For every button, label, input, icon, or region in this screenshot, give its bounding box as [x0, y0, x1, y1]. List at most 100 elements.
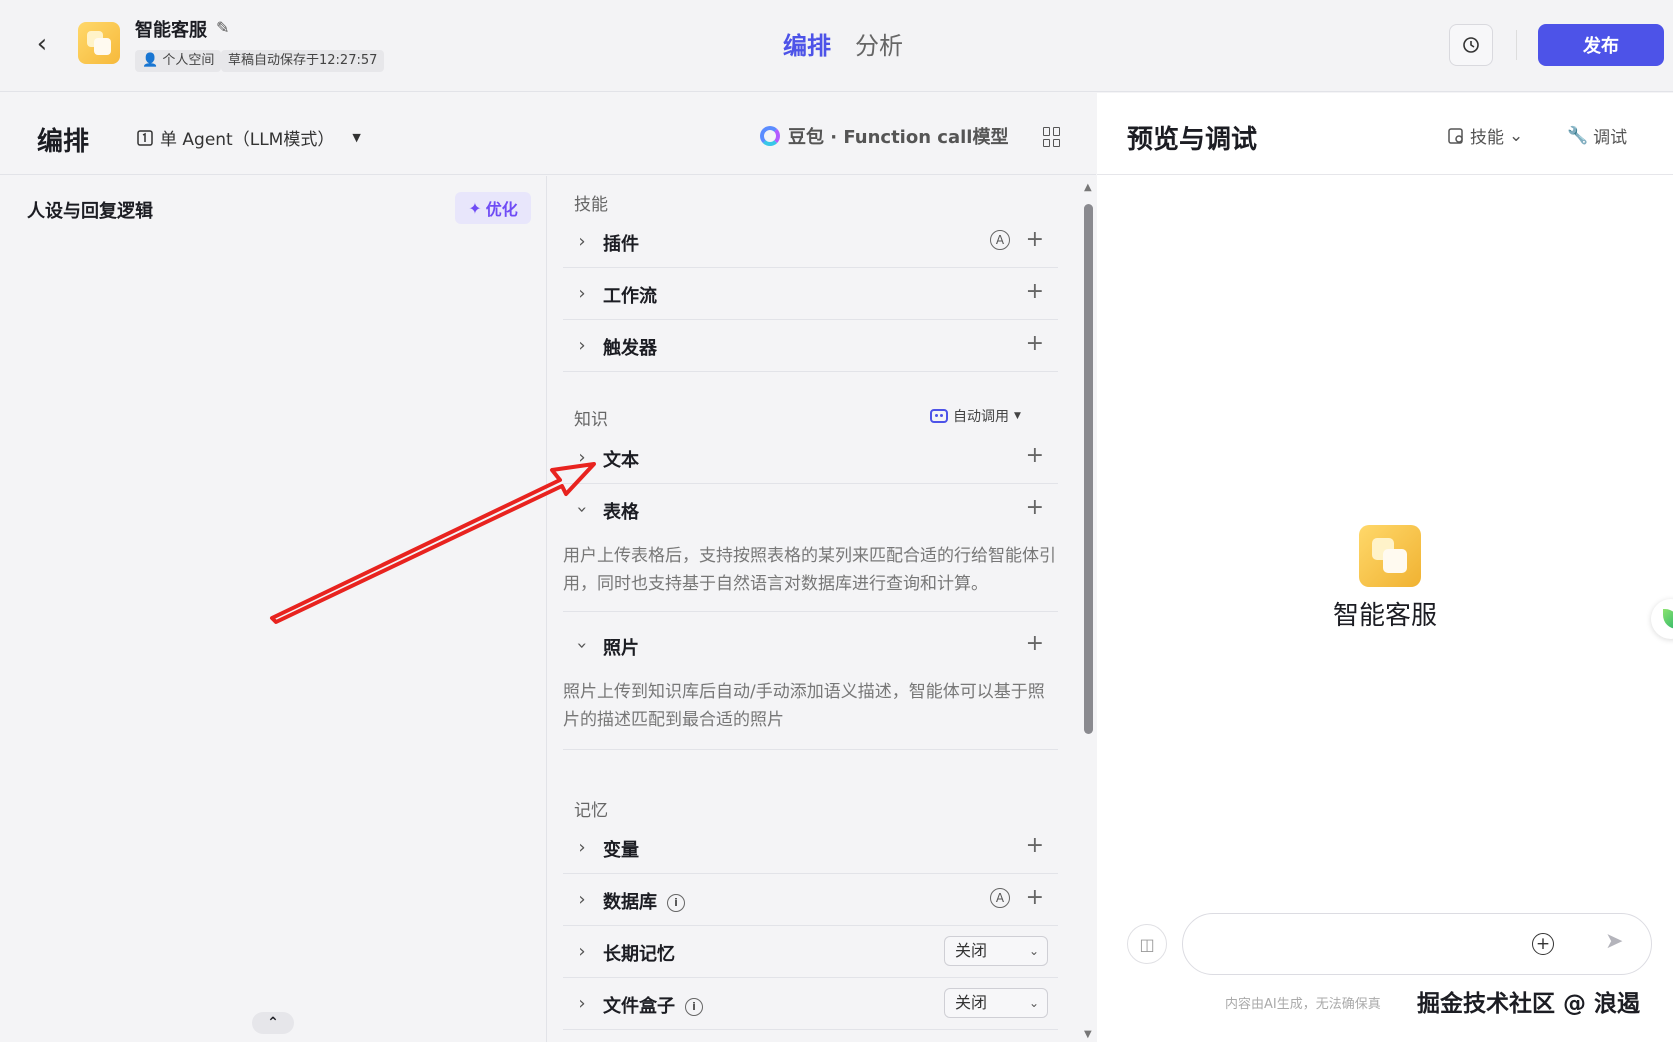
bot-avatar: [1359, 525, 1421, 587]
space-tag-label: 个人空间: [162, 53, 215, 68]
debug-button[interactable]: 🔧 调试: [1567, 123, 1628, 149]
add-icon[interactable]: +: [1026, 279, 1044, 304]
history-icon: [1463, 37, 1479, 53]
editor-title: 编排: [37, 127, 90, 157]
add-attachment-icon[interactable]: +: [1532, 933, 1554, 955]
preview-panel: 预览与调试 技能 ⌄ 🔧 调试 智能客服 ◫ + ➤ 内容由AI生成，无法确保真…: [1097, 93, 1673, 1042]
scroll-down-icon[interactable]: ▼: [1084, 1029, 1092, 1040]
chevron-down-icon: ⌄: [1028, 944, 1039, 958]
filebox-select[interactable]: 关闭 ⌄: [944, 988, 1048, 1018]
chevron-down-icon: ⌄: [1028, 996, 1039, 1010]
scrollbar-thumb[interactable]: [1084, 204, 1093, 734]
add-icon[interactable]: +: [1026, 631, 1044, 656]
optimize-label: 优化: [485, 200, 518, 219]
collapse-up-icon[interactable]: ⌃: [252, 1012, 294, 1034]
chevron-down-icon: ⌄: [1509, 125, 1524, 146]
model-label: 豆包 · Function call模型: [788, 127, 1009, 148]
persona-title: 人设与回复逻辑: [27, 201, 153, 222]
add-icon[interactable]: +: [1026, 227, 1044, 252]
skill-name: 工作流: [603, 286, 657, 307]
persona-panel: 人设与回复逻辑 ✦ 优化 ⌃: [0, 176, 547, 1042]
caret-down-icon: ▼: [1014, 411, 1021, 421]
watermark: 掘金技术社区 @ 浪遏: [1417, 991, 1641, 1017]
preview-title: 预览与调试: [1127, 125, 1258, 155]
edit-icon[interactable]: ✎: [216, 18, 229, 37]
memory-name: 文件盒子 i: [603, 992, 703, 1018]
memory-name: 变量: [603, 840, 639, 861]
history-button[interactable]: [1449, 24, 1493, 66]
memory-row-database[interactable]: › 数据库 i A +: [563, 874, 1058, 926]
chevron-right-icon: ›: [578, 993, 586, 1014]
auto-call-label: 自动调用: [953, 409, 1009, 425]
scroll-up-icon[interactable]: ▲: [1084, 182, 1092, 193]
memory-row-longterm[interactable]: › 长期记忆 关闭 ⌄: [563, 926, 1058, 978]
chevron-right-icon: ›: [578, 941, 586, 962]
knowledge-name: 文本: [603, 450, 639, 471]
tab-analysis[interactable]: 分析: [855, 26, 903, 61]
skill-name: 插件: [603, 234, 639, 255]
auto-icon[interactable]: A: [990, 888, 1010, 908]
knowledge-row-photo[interactable]: › 照片 +: [563, 620, 1058, 672]
memory-row-variable[interactable]: › 变量 +: [563, 822, 1058, 874]
clear-history-icon[interactable]: ◫: [1127, 924, 1167, 964]
auto-call-select[interactable]: 自动调用 ▼: [930, 406, 1021, 426]
longterm-memory-select[interactable]: 关闭 ⌄: [944, 936, 1048, 966]
knowledge-row-table[interactable]: › 表格 +: [563, 484, 1058, 536]
robot-icon: [930, 409, 948, 423]
skill-name: 触发器: [603, 338, 657, 359]
skill-row-workflow[interactable]: › 工作流 +: [563, 268, 1058, 320]
debug-label: 调试: [1593, 128, 1628, 148]
chevron-right-icon: ›: [578, 837, 586, 858]
app-name: 智能客服: [135, 20, 207, 41]
add-icon[interactable]: +: [1026, 331, 1044, 356]
select-value: 关闭: [955, 993, 988, 1012]
model-select[interactable]: 豆包 · Function call模型: [760, 123, 1008, 149]
mode-select[interactable]: 单 Agent（LLM模式） ▼: [136, 125, 361, 150]
knowledge-row-text[interactable]: › 文本 +: [563, 432, 1058, 484]
send-icon[interactable]: ➤: [1605, 929, 1623, 954]
grid-icon[interactable]: [1043, 127, 1063, 147]
info-icon[interactable]: i: [667, 893, 685, 912]
chevron-right-icon: ›: [578, 231, 586, 252]
mode-label: 单 Agent（LLM模式）: [160, 130, 335, 150]
skills-button[interactable]: 技能 ⌄: [1447, 123, 1523, 148]
agent-icon: [137, 129, 153, 146]
chevron-down-icon: ›: [571, 641, 593, 650]
skill-row-trigger[interactable]: › 触发器 +: [563, 320, 1058, 372]
knowledge-name: 表格: [603, 502, 639, 523]
memory-name-text: 数据库: [603, 892, 657, 913]
select-value: 关闭: [955, 941, 988, 960]
skills-label: 技能: [1470, 128, 1504, 148]
add-icon[interactable]: +: [1026, 495, 1044, 520]
add-icon[interactable]: +: [1026, 443, 1044, 468]
optimize-button[interactable]: ✦ 优化: [455, 192, 531, 224]
memory-row-filebox[interactable]: › 文件盒子 i 关闭 ⌄: [563, 978, 1058, 1030]
wrench-icon: 🔧: [1567, 125, 1589, 146]
add-icon[interactable]: +: [1026, 885, 1044, 910]
chevron-down-icon: ›: [571, 505, 593, 514]
memory-name: 长期记忆: [603, 944, 675, 965]
divider: [1516, 30, 1517, 60]
chevron-right-icon: ›: [578, 335, 586, 356]
table-description: 用户上传表格后，支持按照表格的某列来匹配合适的行给智能体引用，同时也支持基于自然…: [563, 542, 1058, 612]
scrollbar[interactable]: ▲ ▼: [1082, 182, 1096, 1040]
publish-button[interactable]: 发布: [1538, 24, 1664, 66]
preview-header: 预览与调试 技能 ⌄ 🔧 调试: [1097, 93, 1673, 175]
doubao-logo-icon: [760, 126, 780, 146]
add-icon[interactable]: +: [1026, 833, 1044, 858]
photo-description: 照片上传到知识库后自动/手动添加语义描述，智能体可以基于照片的描述匹配到最合适的…: [563, 678, 1058, 750]
auto-icon[interactable]: A: [990, 230, 1010, 250]
memory-name-text: 文件盒子: [603, 996, 675, 1017]
sparkle-icon: ✦: [468, 198, 482, 218]
app-logo: [78, 22, 120, 64]
skill-row-plugin[interactable]: › 插件 A +: [563, 216, 1058, 268]
disclaimer: 内容由AI生成，无法确保真: [1225, 997, 1381, 1012]
tab-arrange[interactable]: 编排: [783, 26, 831, 61]
bot-name: 智能客服: [1332, 601, 1437, 631]
section-skills: 技能: [574, 195, 608, 215]
info-icon[interactable]: i: [685, 997, 703, 1016]
back-icon[interactable]: ‹: [30, 29, 54, 59]
chevron-right-icon: ›: [578, 283, 586, 304]
chevron-right-icon: ›: [578, 447, 586, 468]
chat-input[interactable]: [1182, 913, 1652, 975]
